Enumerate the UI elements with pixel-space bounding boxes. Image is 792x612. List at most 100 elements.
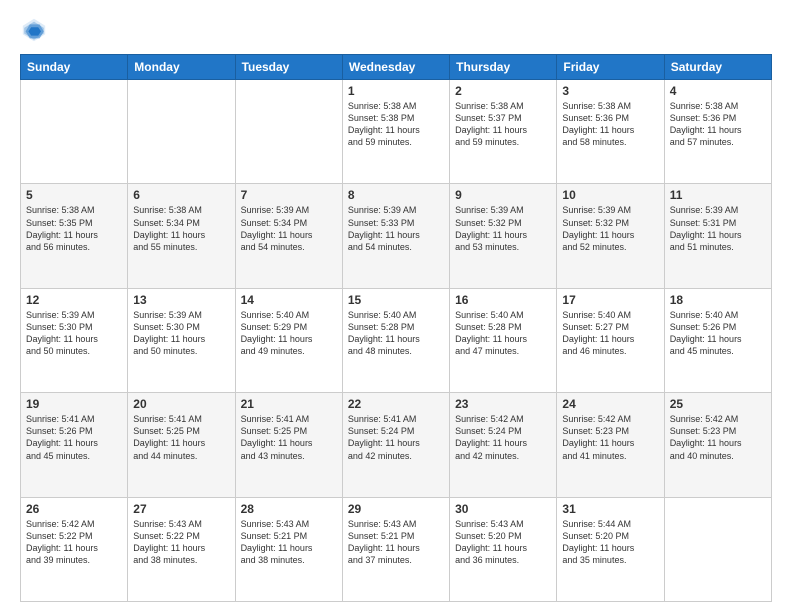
cell-info: Sunrise: 5:40 AM Sunset: 5:26 PM Dayligh… xyxy=(670,309,766,358)
cell-info: Sunrise: 5:39 AM Sunset: 5:32 PM Dayligh… xyxy=(455,204,551,253)
day-number: 3 xyxy=(562,84,658,98)
calendar-cell: 9 Sunrise: 5:39 AM Sunset: 5:32 PM Daylig… xyxy=(450,184,557,288)
weekday-header-monday: Monday xyxy=(128,55,235,80)
calendar-cell: 22 Sunrise: 5:41 AM Sunset: 5:24 PM Dayli… xyxy=(342,393,449,497)
week-row-3: 19 Sunrise: 5:41 AM Sunset: 5:26 PM Dayli… xyxy=(21,393,772,497)
cell-info: Sunrise: 5:43 AM Sunset: 5:20 PM Dayligh… xyxy=(455,518,551,567)
day-number: 12 xyxy=(26,293,122,307)
day-number: 5 xyxy=(26,188,122,202)
cell-info: Sunrise: 5:40 AM Sunset: 5:28 PM Dayligh… xyxy=(348,309,444,358)
day-number: 11 xyxy=(670,188,766,202)
calendar-cell: 28Sunrise: 5:43 AM Sunset: 5:21 PM Dayli… xyxy=(235,497,342,601)
day-number: 30 xyxy=(455,502,551,516)
calendar-cell: 2Sunrise: 5:38 AM Sunset: 5:37 PM Daylig… xyxy=(450,80,557,184)
cell-info: Sunrise: 5:41 AM Sunset: 5:25 PM Dayligh… xyxy=(241,413,337,462)
weekday-header-saturday: Saturday xyxy=(664,55,771,80)
calendar-cell: 30 Sunrise: 5:43 AM Sunset: 5:20 PM Dayli… xyxy=(450,497,557,601)
calendar-cell: 25Sunrise: 5:42 AM Sunset: 5:23 PM Dayli… xyxy=(664,393,771,497)
day-number: 4 xyxy=(670,84,766,98)
cell-info: Sunrise: 5:43 AM Sunset: 5:22 PM Dayligh… xyxy=(133,518,229,567)
cell-info: Sunrise: 5:38 AM Sunset: 5:38 PM Dayligh… xyxy=(348,100,444,149)
cell-info: Sunrise: 5:39 AM Sunset: 5:31 PM Dayligh… xyxy=(670,204,766,253)
calendar-cell: 6Sunrise: 5:38 AM Sunset: 5:34 PM Daylig… xyxy=(128,184,235,288)
cell-info: Sunrise: 5:39 AM Sunset: 5:30 PM Dayligh… xyxy=(26,309,122,358)
cell-info: Sunrise: 5:40 AM Sunset: 5:28 PM Dayligh… xyxy=(455,309,551,358)
cell-info: Sunrise: 5:39 AM Sunset: 5:34 PM Dayligh… xyxy=(241,204,337,253)
day-number: 13 xyxy=(133,293,229,307)
weekday-header-tuesday: Tuesday xyxy=(235,55,342,80)
calendar-cell: 5 Sunrise: 5:38 AM Sunset: 5:35 PM Daylig… xyxy=(21,184,128,288)
calendar-cell xyxy=(664,497,771,601)
day-number: 20 xyxy=(133,397,229,411)
weekday-header-row: SundayMondayTuesdayWednesdayThursdayFrid… xyxy=(21,55,772,80)
calendar-cell: 29 Sunrise: 5:43 AM Sunset: 5:21 PM Dayli… xyxy=(342,497,449,601)
logo xyxy=(20,16,52,44)
weekday-header-thursday: Thursday xyxy=(450,55,557,80)
day-number: 14 xyxy=(241,293,337,307)
cell-info: Sunrise: 5:41 AM Sunset: 5:25 PM Dayligh… xyxy=(133,413,229,462)
cell-info: Sunrise: 5:42 AM Sunset: 5:24 PM Dayligh… xyxy=(455,413,551,462)
day-number: 25 xyxy=(670,397,766,411)
cell-info: Sunrise: 5:42 AM Sunset: 5:22 PM Dayligh… xyxy=(26,518,122,567)
day-number: 29 xyxy=(348,502,444,516)
header xyxy=(20,16,772,44)
day-number: 27 xyxy=(133,502,229,516)
calendar-cell: 18 Sunrise: 5:40 AM Sunset: 5:26 PM Dayli… xyxy=(664,288,771,392)
day-number: 19 xyxy=(26,397,122,411)
cell-info: Sunrise: 5:39 AM Sunset: 5:32 PM Dayligh… xyxy=(562,204,658,253)
calendar-cell: 11 Sunrise: 5:39 AM Sunset: 5:31 PM Dayli… xyxy=(664,184,771,288)
weekday-header-wednesday: Wednesday xyxy=(342,55,449,80)
calendar-cell: 26 Sunrise: 5:42 AM Sunset: 5:22 PM Dayli… xyxy=(21,497,128,601)
day-number: 15 xyxy=(348,293,444,307)
calendar-cell: 14Sunrise: 5:40 AM Sunset: 5:29 PM Dayli… xyxy=(235,288,342,392)
day-number: 23 xyxy=(455,397,551,411)
week-row-2: 12 Sunrise: 5:39 AM Sunset: 5:30 PM Dayli… xyxy=(21,288,772,392)
day-number: 31 xyxy=(562,502,658,516)
calendar-cell: 10 Sunrise: 5:39 AM Sunset: 5:32 PM Dayli… xyxy=(557,184,664,288)
day-number: 6 xyxy=(133,188,229,202)
calendar-cell: 8Sunrise: 5:39 AM Sunset: 5:33 PM Daylig… xyxy=(342,184,449,288)
calendar-cell: 13 Sunrise: 5:39 AM Sunset: 5:30 PM Dayli… xyxy=(128,288,235,392)
day-number: 18 xyxy=(670,293,766,307)
day-number: 10 xyxy=(562,188,658,202)
day-number: 24 xyxy=(562,397,658,411)
calendar-cell: 24Sunrise: 5:42 AM Sunset: 5:23 PM Dayli… xyxy=(557,393,664,497)
page: SundayMondayTuesdayWednesdayThursdayFrid… xyxy=(0,0,792,612)
day-number: 22 xyxy=(348,397,444,411)
calendar-cell: 16Sunrise: 5:40 AM Sunset: 5:28 PM Dayli… xyxy=(450,288,557,392)
calendar-cell: 20 Sunrise: 5:41 AM Sunset: 5:25 PM Dayli… xyxy=(128,393,235,497)
calendar-cell: 19 Sunrise: 5:41 AM Sunset: 5:26 PM Dayli… xyxy=(21,393,128,497)
day-number: 26 xyxy=(26,502,122,516)
calendar-cell: 1 Sunrise: 5:38 AM Sunset: 5:38 PM Daylig… xyxy=(342,80,449,184)
day-number: 9 xyxy=(455,188,551,202)
calendar-cell: 21 Sunrise: 5:41 AM Sunset: 5:25 PM Dayli… xyxy=(235,393,342,497)
calendar-cell xyxy=(235,80,342,184)
day-number: 7 xyxy=(241,188,337,202)
cell-info: Sunrise: 5:38 AM Sunset: 5:37 PM Dayligh… xyxy=(455,100,551,149)
calendar-table: SundayMondayTuesdayWednesdayThursdayFrid… xyxy=(20,54,772,602)
cell-info: Sunrise: 5:39 AM Sunset: 5:30 PM Dayligh… xyxy=(133,309,229,358)
cell-info: Sunrise: 5:43 AM Sunset: 5:21 PM Dayligh… xyxy=(348,518,444,567)
day-number: 1 xyxy=(348,84,444,98)
weekday-header-friday: Friday xyxy=(557,55,664,80)
logo-icon xyxy=(20,16,48,44)
cell-info: Sunrise: 5:38 AM Sunset: 5:36 PM Dayligh… xyxy=(562,100,658,149)
calendar-cell: 3 Sunrise: 5:38 AM Sunset: 5:36 PM Daylig… xyxy=(557,80,664,184)
cell-info: Sunrise: 5:41 AM Sunset: 5:24 PM Dayligh… xyxy=(348,413,444,462)
calendar-cell: 31 Sunrise: 5:44 AM Sunset: 5:20 PM Dayli… xyxy=(557,497,664,601)
cell-info: Sunrise: 5:38 AM Sunset: 5:35 PM Dayligh… xyxy=(26,204,122,253)
day-number: 8 xyxy=(348,188,444,202)
cell-info: Sunrise: 5:44 AM Sunset: 5:20 PM Dayligh… xyxy=(562,518,658,567)
calendar-cell xyxy=(21,80,128,184)
calendar-cell: 23 Sunrise: 5:42 AM Sunset: 5:24 PM Dayli… xyxy=(450,393,557,497)
weekday-header-sunday: Sunday xyxy=(21,55,128,80)
calendar-cell: 4 Sunrise: 5:38 AM Sunset: 5:36 PM Daylig… xyxy=(664,80,771,184)
day-number: 21 xyxy=(241,397,337,411)
week-row-4: 26 Sunrise: 5:42 AM Sunset: 5:22 PM Dayli… xyxy=(21,497,772,601)
cell-info: Sunrise: 5:38 AM Sunset: 5:36 PM Dayligh… xyxy=(670,100,766,149)
cell-info: Sunrise: 5:43 AM Sunset: 5:21 PM Dayligh… xyxy=(241,518,337,567)
calendar-cell: 17Sunrise: 5:40 AM Sunset: 5:27 PM Dayli… xyxy=(557,288,664,392)
week-row-0: 1 Sunrise: 5:38 AM Sunset: 5:38 PM Daylig… xyxy=(21,80,772,184)
calendar-cell xyxy=(128,80,235,184)
cell-info: Sunrise: 5:41 AM Sunset: 5:26 PM Dayligh… xyxy=(26,413,122,462)
